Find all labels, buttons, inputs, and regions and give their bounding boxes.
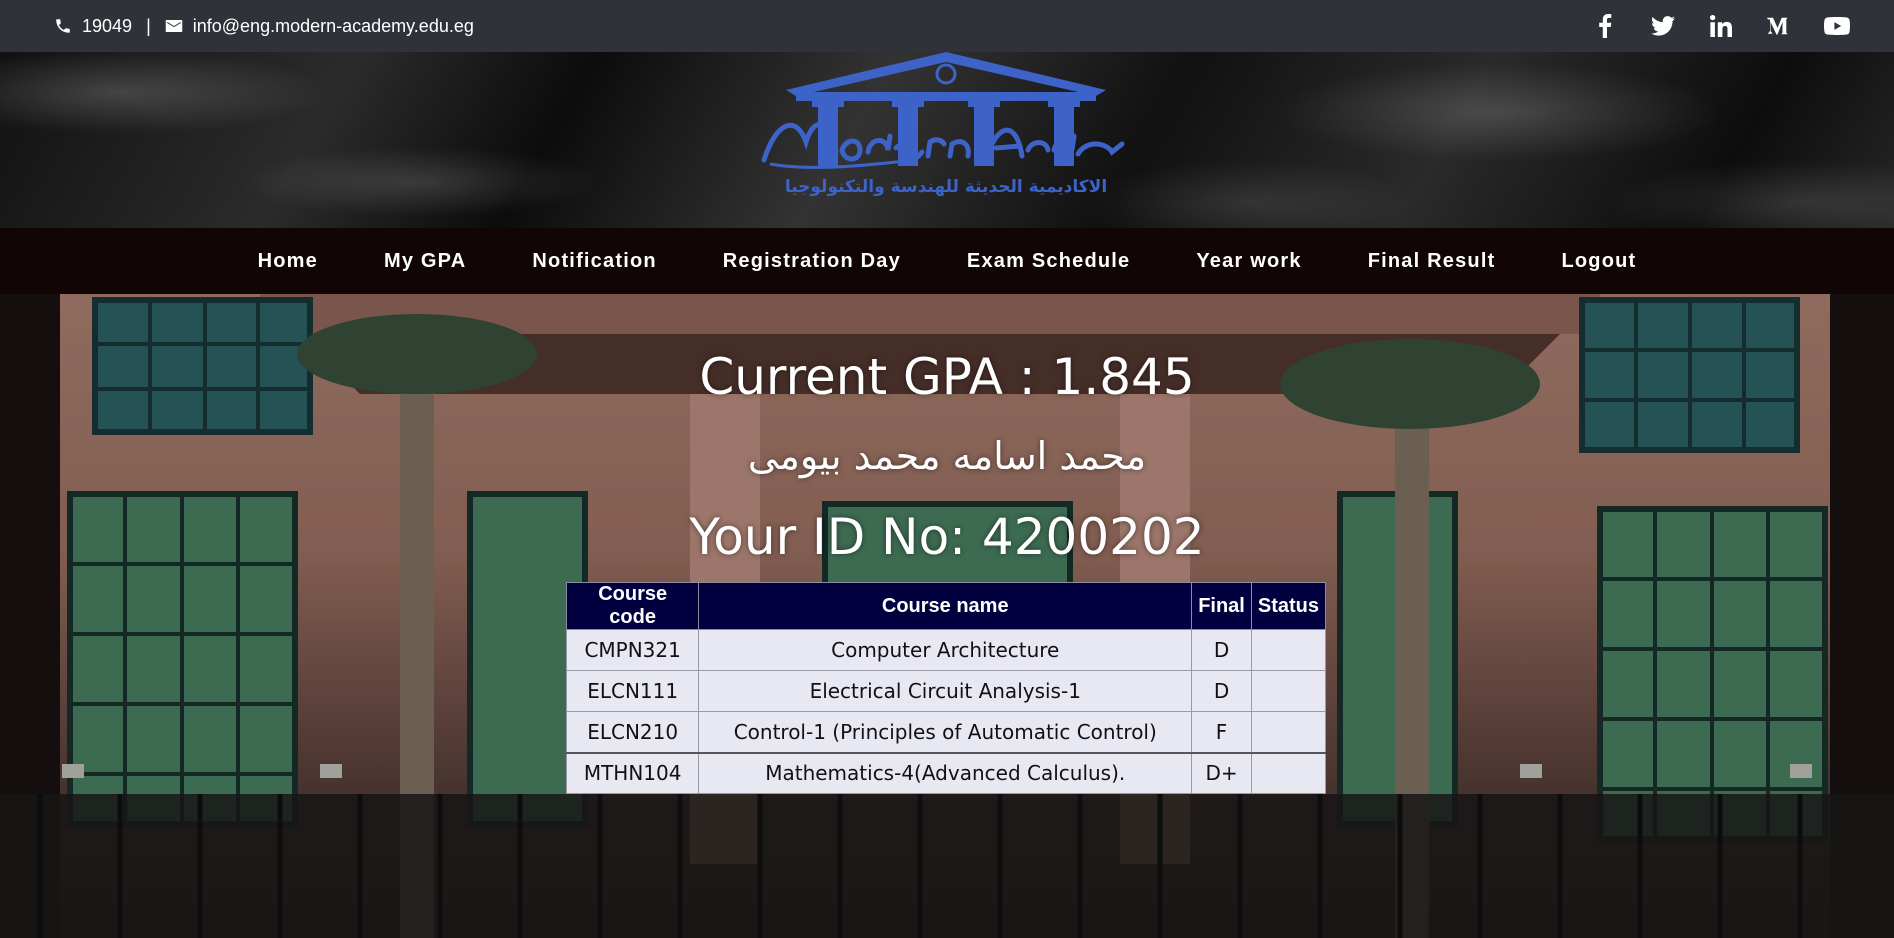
course-name-cell: Control-1 (Principles of Automatic Contr… bbox=[698, 711, 1193, 753]
facebook-icon[interactable] bbox=[1592, 13, 1618, 39]
phone-icon bbox=[54, 17, 72, 35]
student-name: محمد اسامه محمد بيومى bbox=[747, 434, 1147, 478]
course-code-cell: ELCN210 bbox=[565, 711, 700, 753]
main-nav: Home My GPA Notification Registration Da… bbox=[0, 228, 1894, 294]
final-grade-cell: D+ bbox=[1191, 751, 1252, 794]
phone-number[interactable]: 19049 bbox=[82, 16, 132, 37]
email-link[interactable]: info@eng.modern-academy.edu.eg bbox=[193, 16, 474, 37]
contact-separator: | bbox=[146, 15, 151, 36]
envelope-icon bbox=[165, 18, 183, 34]
current-gpa: Current GPA : 1.845 bbox=[699, 348, 1195, 406]
table-row: ELCN210 Control-1 (Principles of Automat… bbox=[565, 711, 1327, 753]
results-table: Course code Course name Final Status CMP… bbox=[565, 582, 1327, 794]
header-banner: الاكاديمية الحديثة للهندسة والتكنولوجيا bbox=[0, 52, 1894, 228]
linkedin-icon[interactable] bbox=[1708, 13, 1734, 39]
status-cell bbox=[1250, 670, 1327, 712]
table-row: CMPN321 Computer Architecture D bbox=[565, 629, 1327, 671]
header-course-name: Course name bbox=[698, 582, 1193, 630]
nav-home[interactable]: Home bbox=[225, 250, 351, 273]
status-cell bbox=[1250, 629, 1327, 671]
header-final: Final bbox=[1191, 582, 1252, 630]
gpa-content: Current GPA : 1.845 محمد اسامه محمد بيوم… bbox=[0, 294, 1894, 938]
nav-registration-day[interactable]: Registration Day bbox=[690, 250, 934, 273]
final-grade-cell: F bbox=[1191, 711, 1252, 753]
top-contact-bar: 19049 | info@eng.modern-academy.edu.eg bbox=[0, 0, 1894, 52]
table-header-row: Course code Course name Final Status bbox=[565, 582, 1327, 630]
nav-final-result[interactable]: Final Result bbox=[1335, 250, 1529, 273]
header-status: Status bbox=[1250, 582, 1327, 630]
social-links bbox=[1592, 13, 1850, 39]
logo-arabic-text: الاكاديمية الحديثة للهندسة والتكنولوجيا bbox=[785, 177, 1107, 197]
final-grade-cell: D bbox=[1191, 670, 1252, 712]
status-cell bbox=[1250, 711, 1327, 753]
nav-logout[interactable]: Logout bbox=[1528, 250, 1669, 273]
medium-icon[interactable] bbox=[1766, 13, 1792, 39]
header-course-code: Course code bbox=[565, 582, 700, 630]
nav-my-gpa[interactable]: My GPA bbox=[351, 250, 499, 273]
student-id: Your ID No: 4200202 bbox=[689, 508, 1205, 566]
table-row: ELCN111 Electrical Circuit Analysis-1 D bbox=[565, 670, 1327, 712]
status-cell bbox=[1250, 751, 1327, 794]
course-code-cell: ELCN111 bbox=[565, 670, 700, 712]
nav-notification[interactable]: Notification bbox=[499, 250, 689, 273]
course-code-cell: CMPN321 bbox=[565, 629, 700, 671]
modern-academy-logo[interactable]: الاكاديمية الحديثة للهندسة والتكنولوجيا bbox=[756, 52, 1136, 202]
final-grade-cell: D bbox=[1191, 629, 1252, 671]
nav-year-work[interactable]: Year work bbox=[1163, 250, 1334, 273]
youtube-icon[interactable] bbox=[1824, 13, 1850, 39]
contact-info: 19049 | info@eng.modern-academy.edu.eg bbox=[54, 16, 474, 37]
course-name-cell: Computer Architecture bbox=[698, 629, 1193, 671]
table-row: MTHN104 Mathematics-4(Advanced Calculus)… bbox=[565, 751, 1327, 794]
course-name-cell: Mathematics-4(Advanced Calculus). bbox=[698, 751, 1193, 794]
course-code-cell: MTHN104 bbox=[565, 751, 700, 794]
course-name-cell: Electrical Circuit Analysis-1 bbox=[698, 670, 1193, 712]
twitter-icon[interactable] bbox=[1650, 13, 1676, 39]
nav-exam-schedule[interactable]: Exam Schedule bbox=[934, 250, 1163, 273]
